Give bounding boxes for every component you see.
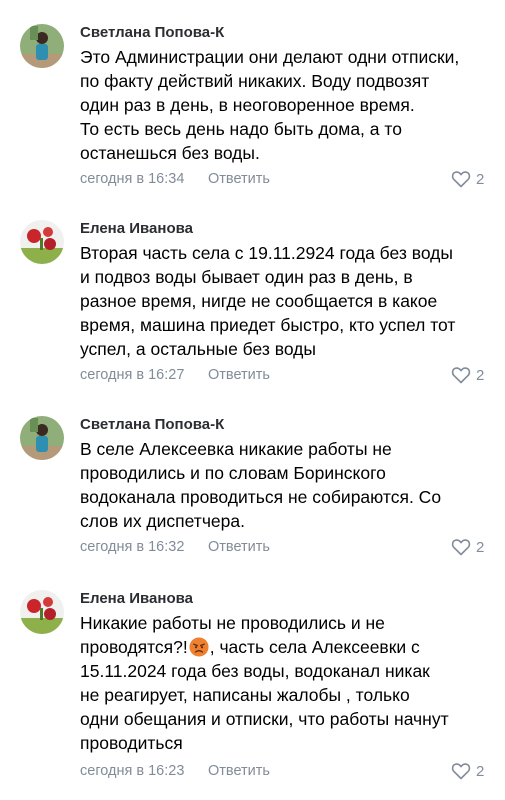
comment-text-line: проводиться	[80, 733, 183, 753]
angry-face-emoji-icon	[189, 637, 209, 657]
comment-text-line: останешься без воды.	[80, 143, 260, 163]
like-button[interactable]: 2	[451, 365, 484, 385]
comment-text-line: Никакие работы не проводились и не	[80, 613, 385, 633]
author-name[interactable]: Светлана Попова-К	[80, 24, 224, 42]
avatar[interactable]	[20, 590, 64, 634]
like-button[interactable]: 2	[451, 537, 484, 557]
comment-text: Это Администрации они делают одни отписк…	[80, 45, 495, 165]
comment-text-fragment: проводятся?!	[80, 637, 188, 657]
comment-text-line: Вторая часть села с 19.11.2924 года без …	[80, 243, 453, 263]
comment-time: сегодня в 16:34	[80, 171, 185, 187]
comment-text-line: В селе Алексеевка никакие работы не	[80, 439, 392, 459]
comment-time: сегодня в 16:32	[80, 539, 185, 555]
like-count: 2	[476, 366, 485, 384]
comment-text: Никакие работы не проводились и не прово…	[80, 611, 495, 755]
comment-text-line: То есть весь день надо быть дома, а то	[80, 119, 402, 139]
reply-button[interactable]: Ответить	[208, 170, 270, 188]
comment-text-line: 15.11.2024 года без воды, водоканал ника…	[80, 661, 430, 681]
heart-icon	[451, 170, 471, 188]
like-count: 2	[476, 538, 485, 556]
comment-text-line: одни обещания и отписки, что работы начн…	[80, 709, 449, 729]
comment-text-line: проводятся?! , часть села Алексеевки с	[80, 635, 495, 659]
comment-text-line: по факту действий никаких. Воду подвозят	[80, 71, 430, 91]
comment-text-line: успел, а остальные без воды	[80, 339, 316, 359]
like-button[interactable]: 2	[451, 761, 484, 781]
comment-text-line: Это Администрации они делают одни отписк…	[80, 47, 460, 67]
avatar[interactable]	[20, 416, 64, 460]
author-name[interactable]: Елена Иванова	[80, 590, 193, 608]
comment-text-line: не реагирует, написаны жалобы , только	[80, 685, 410, 705]
like-count: 2	[476, 762, 485, 780]
author-name[interactable]: Елена Иванова	[80, 220, 193, 238]
reply-button[interactable]: Ответить	[208, 538, 270, 556]
author-name[interactable]: Светлана Попова-К	[80, 416, 224, 434]
comment-text-line: и подвоз воды бывает один раз в день, в	[80, 267, 413, 287]
comment-text-line: слов их диспетчера.	[80, 511, 245, 531]
comment-text-line: проводились и по словам Боринского	[80, 463, 386, 483]
like-button[interactable]: 2	[451, 169, 484, 189]
reply-button[interactable]: Ответить	[208, 762, 270, 780]
comment-text-line: время, машина приедет быстро, кто успел …	[80, 315, 456, 335]
avatar[interactable]	[20, 220, 64, 264]
reply-button[interactable]: Ответить	[208, 366, 270, 384]
comment-time: сегодня в 16:27	[80, 367, 185, 383]
comment-text-line: водоканала проводиться не собираются. Со	[80, 487, 442, 507]
comment-text: Вторая часть села с 19.11.2924 года без …	[80, 241, 495, 361]
avatar[interactable]	[20, 24, 64, 68]
like-count: 2	[476, 170, 485, 188]
comment-time: сегодня в 16:23	[80, 763, 185, 779]
heart-icon	[451, 538, 471, 556]
comment-text-line: один раз в день, в неоговоренное время.	[80, 95, 415, 115]
comment-text-fragment: , часть села Алексеевки с	[209, 637, 420, 657]
heart-icon	[451, 762, 471, 780]
heart-icon	[451, 366, 471, 384]
comment-text-line: разное время, нигде не сообщается в како…	[80, 291, 438, 311]
comment-text: В селе Алексеевка никакие работы не пров…	[80, 437, 495, 533]
